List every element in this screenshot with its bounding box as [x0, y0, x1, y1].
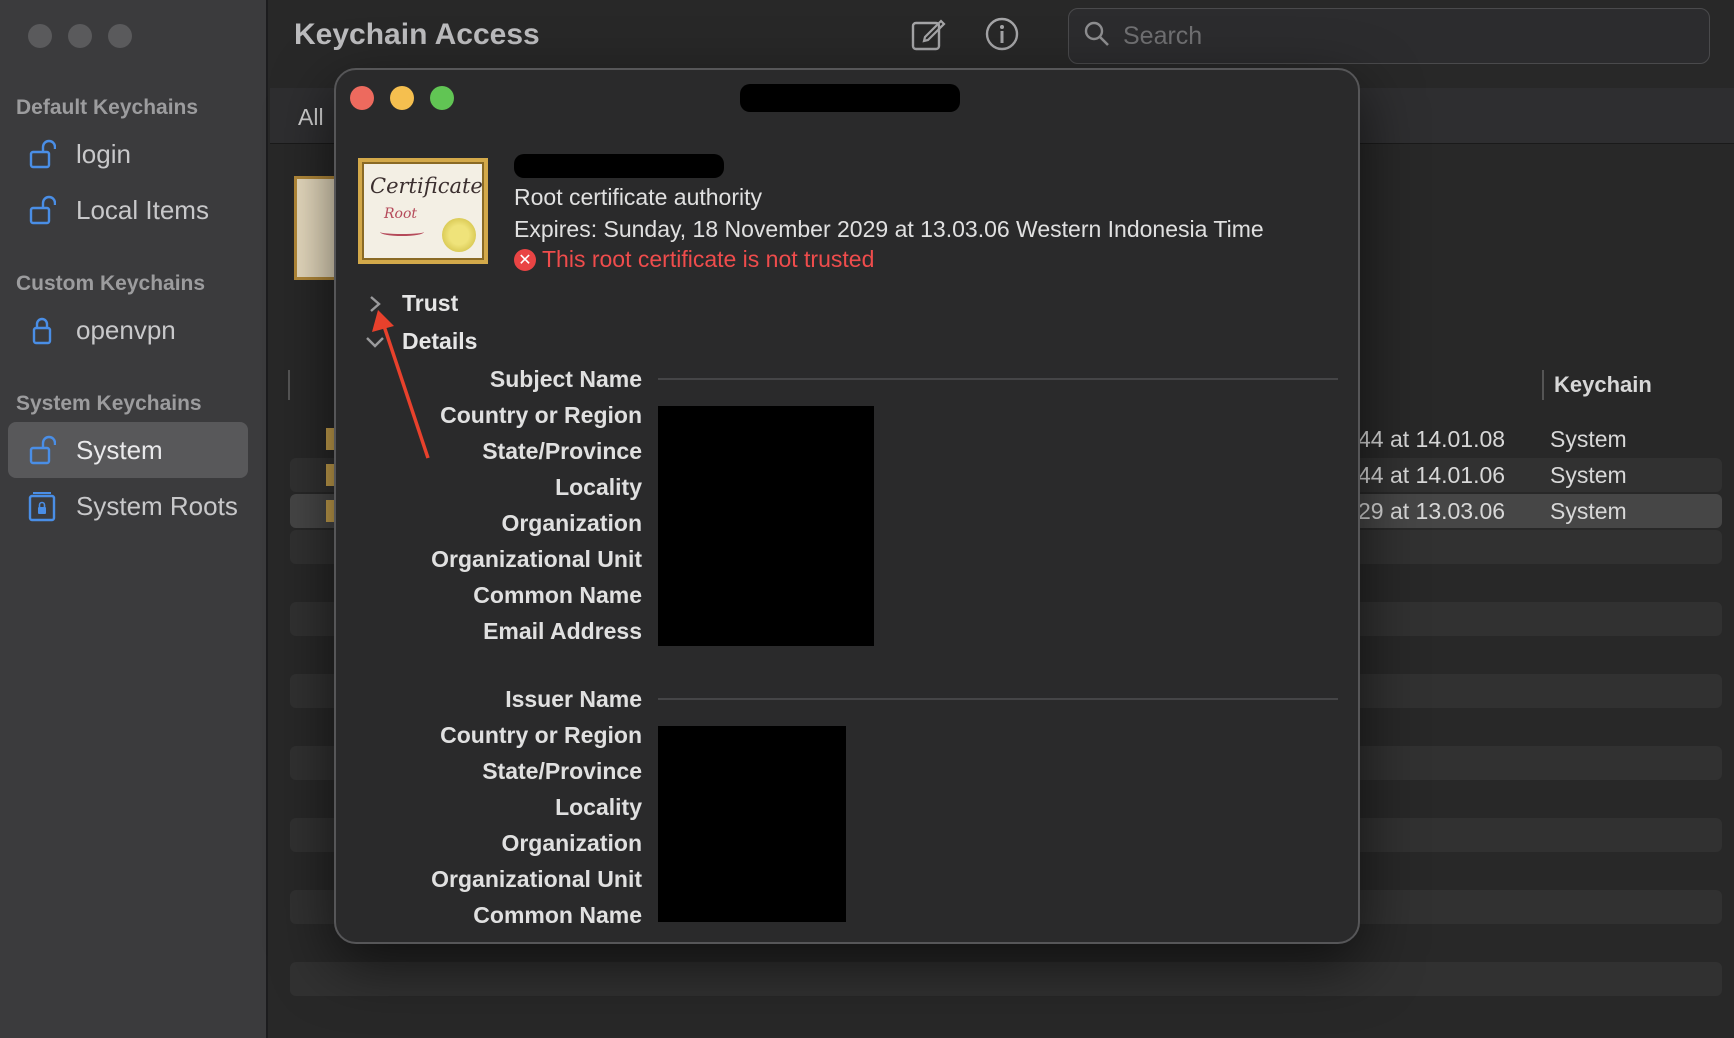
info-icon [984, 16, 1020, 57]
toolbar: Keychain Access [270, 0, 1734, 72]
keychain-cell: System [1550, 498, 1627, 524]
sidebar-item-label: login [76, 138, 131, 169]
section-default-keychains: Default Keychains [16, 96, 199, 119]
divider [658, 378, 1338, 380]
redacted-subject-values [658, 406, 874, 646]
issuer-state-label: State/Province [482, 758, 642, 784]
sidebar-item-system-roots[interactable]: System Roots [8, 478, 248, 534]
issuer-country-label: Country or Region [440, 722, 642, 748]
flourish-decoration [380, 228, 424, 236]
keychain-cell: System [1550, 462, 1627, 488]
keychain-cell: System [1550, 426, 1627, 452]
certificate-type: Root certificate authority [514, 184, 763, 210]
subject-country-label: Country or Region [440, 402, 642, 428]
lock-closed-icon [26, 314, 58, 346]
expires-cell: 29 at 13.03.06 [1358, 498, 1506, 524]
certificate-expiry: Expires: Sunday, 18 November 2029 at 13.… [514, 216, 1264, 242]
sidebar-item-login[interactable]: login [8, 126, 248, 182]
column-header-keychain[interactable]: Keychain [1554, 372, 1652, 398]
window-controls-inactive [28, 24, 132, 48]
trust-status: ✕ This root certificate is not trusted [514, 246, 874, 273]
trust-label: Trust [402, 290, 459, 316]
certificate-dialog: Certificate Root Root certificate author… [334, 68, 1360, 944]
subject-org-unit-label: Organizational Unit [431, 546, 642, 572]
subject-email-label: Email Address [483, 618, 642, 644]
certificate-icon: Certificate Root [358, 158, 488, 264]
sidebar-item-label: System Roots [76, 490, 238, 521]
sidebar: Default Keychains login Local Items Cust… [0, 0, 268, 1038]
sidebar-item-label: System [76, 434, 163, 465]
sidebar-item-label: Local Items [76, 194, 209, 225]
chevron-down-icon [362, 329, 388, 355]
cabinet-lock-icon [26, 490, 58, 522]
certificate-icon-subtitle: Root [384, 206, 418, 222]
sidebar-item-local-items[interactable]: Local Items [8, 182, 248, 238]
lock-open-icon [26, 434, 58, 466]
certificate-icon-title: Certificate [370, 174, 483, 198]
subject-common-name-label: Common Name [473, 582, 642, 608]
keychain-access-window: Default Keychains login Local Items Cust… [0, 0, 1734, 1038]
compose-button[interactable] [906, 14, 950, 58]
app-title: Keychain Access [294, 18, 540, 51]
subject-name-heading: Subject Name [489, 366, 642, 392]
sidebar-item-label: openvpn [76, 314, 176, 345]
close-button[interactable] [350, 86, 374, 110]
section-system-keychains: System Keychains [16, 392, 202, 415]
issuer-common-name-label: Common Name [473, 902, 642, 928]
redacted-issuer-values [658, 726, 846, 922]
trust-disclosure[interactable]: Trust [362, 290, 458, 317]
details-disclosure[interactable]: Details [362, 328, 477, 355]
column-divider [1542, 370, 1544, 400]
redacted-dialog-title [740, 84, 960, 112]
column-divider [288, 370, 290, 400]
close-button[interactable] [28, 24, 52, 48]
chevron-right-icon [362, 291, 388, 317]
search-input[interactable] [1123, 21, 1683, 51]
expires-cell: 44 at 14.01.06 [1358, 462, 1506, 488]
search-icon [1083, 20, 1111, 53]
sidebar-item-openvpn[interactable]: openvpn [8, 302, 248, 358]
error-icon: ✕ [514, 248, 536, 271]
divider [658, 698, 1338, 700]
trust-status-text: This root certificate is not trusted [542, 246, 875, 272]
filter-tab-all[interactable]: All [298, 104, 324, 131]
issuer-name-heading: Issuer Name [505, 686, 642, 712]
subject-locality-label: Locality [555, 474, 642, 500]
details-label: Details [402, 328, 478, 354]
lock-open-icon [26, 138, 58, 170]
issuer-org-unit-label: Organizational Unit [431, 866, 642, 892]
issuer-locality-label: Locality [555, 794, 642, 820]
zoom-button[interactable] [430, 86, 454, 110]
redacted-certificate-name [514, 154, 724, 178]
empty-row [290, 962, 1722, 996]
issuer-organization-label: Organization [501, 830, 642, 856]
subject-state-label: State/Province [482, 438, 642, 464]
dialog-window-controls [350, 86, 454, 110]
compose-icon [910, 16, 946, 57]
clipped-next-row [476, 936, 896, 942]
lock-open-icon [26, 194, 58, 226]
expires-cell: 44 at 14.01.08 [1358, 426, 1506, 452]
seal-icon [442, 218, 476, 252]
certificate-preview-icon [294, 176, 338, 280]
search-field[interactable] [1068, 8, 1710, 64]
info-button[interactable] [980, 14, 1024, 58]
subject-organization-label: Organization [501, 510, 642, 536]
minimize-button[interactable] [390, 86, 414, 110]
zoom-button[interactable] [108, 24, 132, 48]
minimize-button[interactable] [68, 24, 92, 48]
sidebar-item-system[interactable]: System [8, 422, 248, 478]
section-custom-keychains: Custom Keychains [16, 272, 206, 295]
